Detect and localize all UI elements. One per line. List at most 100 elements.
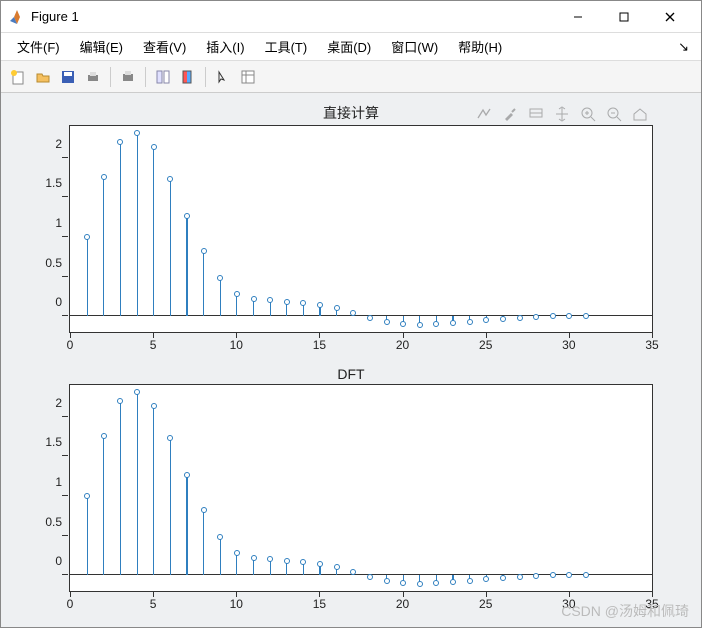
menu-window[interactable]: 窗口(W) <box>381 34 448 59</box>
stem-marker <box>167 176 173 182</box>
stem-marker <box>467 319 473 325</box>
stem <box>203 510 204 575</box>
stem <box>253 558 254 575</box>
maximize-button[interactable] <box>601 2 647 32</box>
menu-desktop[interactable]: 桌面(D) <box>317 34 381 59</box>
stem-marker <box>151 144 157 150</box>
stem-marker <box>300 559 306 565</box>
stem <box>436 316 437 324</box>
stem-marker <box>384 578 390 584</box>
y-tick-label: 2 <box>55 137 62 151</box>
y-tick <box>62 315 68 316</box>
minimize-button[interactable] <box>555 2 601 32</box>
dock-arrow-icon[interactable]: ↘ <box>672 36 695 58</box>
menu-tools[interactable]: 工具(T) <box>255 34 318 59</box>
toolbar-separator <box>145 67 146 87</box>
stem <box>120 401 121 575</box>
stem-marker <box>400 321 406 327</box>
stem-marker <box>217 275 223 281</box>
plot-area[interactable]: 00.511.5205101520253035 <box>69 125 653 333</box>
stem <box>469 316 470 322</box>
y-tick <box>62 416 68 417</box>
stem-marker <box>284 299 290 305</box>
stem-marker <box>550 572 556 578</box>
stem <box>236 553 237 575</box>
stem <box>319 305 320 316</box>
stem-marker <box>284 558 290 564</box>
stem <box>303 562 304 575</box>
stem-marker <box>101 174 107 180</box>
stem <box>419 316 420 325</box>
x-tick-label: 30 <box>562 597 575 611</box>
stem-marker <box>367 574 373 580</box>
close-button[interactable] <box>647 2 693 32</box>
stem-marker <box>334 564 340 570</box>
stem-marker <box>251 555 257 561</box>
menu-view[interactable]: 查看(V) <box>133 34 196 59</box>
plot-area[interactable]: 00.511.5205101520253035 <box>69 384 653 592</box>
menu-insert[interactable]: 插入(I) <box>196 34 254 59</box>
stem-marker <box>234 550 240 556</box>
pointer-button[interactable] <box>212 66 234 88</box>
new-figure-button[interactable] <box>7 66 29 88</box>
stem <box>386 575 387 581</box>
stem <box>286 302 287 316</box>
stem-marker <box>400 580 406 586</box>
stem-marker <box>334 305 340 311</box>
x-tick-label: 20 <box>396 338 409 352</box>
x-tick-label: 25 <box>479 338 492 352</box>
stem-marker <box>450 579 456 585</box>
stem <box>137 133 138 316</box>
y-tick-label: 1.5 <box>45 435 62 449</box>
stem-marker <box>500 575 506 581</box>
property-inspector-button[interactable] <box>237 66 259 88</box>
stem-marker <box>234 291 240 297</box>
x-tick-label: 0 <box>67 597 74 611</box>
print-preview-button[interactable] <box>117 66 139 88</box>
stem-marker <box>467 578 473 584</box>
stem-marker <box>384 319 390 325</box>
titlebar: Figure 1 <box>1 1 701 33</box>
stem-marker <box>317 561 323 567</box>
menu-help[interactable]: 帮助(H) <box>448 34 512 59</box>
stem <box>319 564 320 575</box>
y-tick-label: 0 <box>55 554 62 568</box>
stem <box>486 575 487 579</box>
stem-marker <box>84 493 90 499</box>
stem-marker <box>517 315 523 321</box>
stem <box>303 303 304 316</box>
charts-container: 直接计算 00.511.5205101520253035 DFT 00.511.… <box>9 103 693 619</box>
x-tick-label: 35 <box>645 597 658 611</box>
stem-marker <box>84 234 90 240</box>
menu-edit[interactable]: 编辑(E) <box>70 34 133 59</box>
stem-marker <box>184 213 190 219</box>
stem <box>536 575 537 576</box>
save-button[interactable] <box>57 66 79 88</box>
chart-top: 直接计算 00.511.5205101520253035 <box>9 103 693 356</box>
stem <box>502 316 503 318</box>
x-tick-label: 10 <box>230 597 243 611</box>
menu-file[interactable]: 文件(F) <box>7 34 70 59</box>
stem-marker <box>267 556 273 562</box>
open-button[interactable] <box>32 66 54 88</box>
x-tick-label: 25 <box>479 597 492 611</box>
matlab-icon <box>9 9 25 25</box>
stem <box>353 572 354 575</box>
stem <box>220 537 221 575</box>
x-tick-label: 20 <box>396 597 409 611</box>
colorbar-button[interactable] <box>177 66 199 88</box>
stem-marker <box>566 313 572 319</box>
y-tick <box>62 455 68 456</box>
stem <box>419 575 420 584</box>
stem-marker <box>134 389 140 395</box>
print-button[interactable] <box>82 66 104 88</box>
figure-window: Figure 1 文件(F) 编辑(E) 查看(V) 插入(I) 工具(T) 桌… <box>0 0 702 628</box>
chart-title: DFT <box>9 366 693 382</box>
stem-marker <box>367 315 373 321</box>
stem <box>170 179 171 316</box>
stem-marker <box>201 248 207 254</box>
stem <box>103 177 104 316</box>
stem <box>87 496 88 575</box>
link-plot-button[interactable] <box>152 66 174 88</box>
y-tick <box>62 236 68 237</box>
